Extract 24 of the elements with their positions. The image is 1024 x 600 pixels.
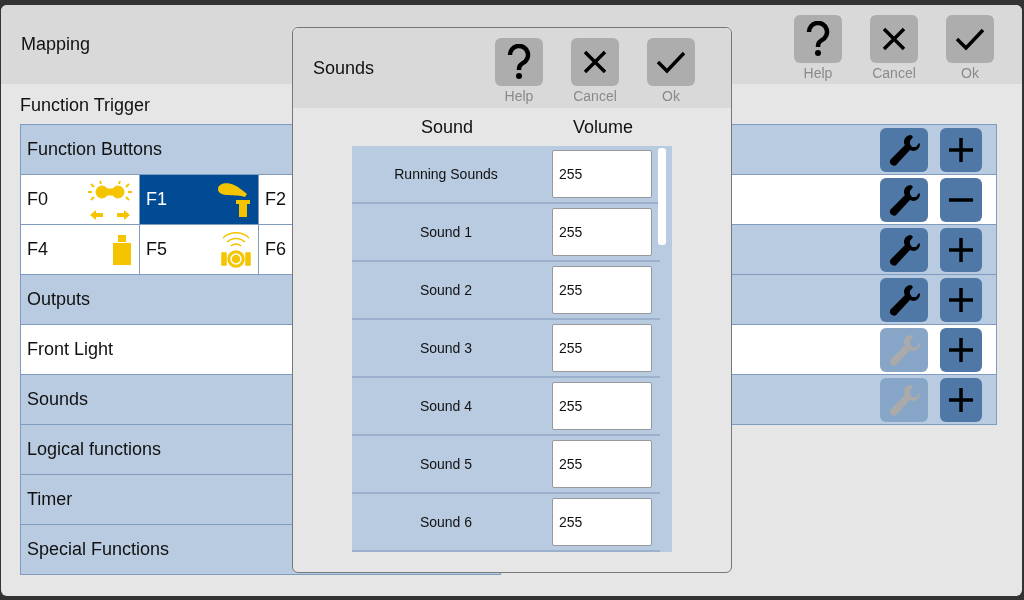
column-header: Sound — [420, 116, 474, 138]
sound-name: Sound 1 — [418, 224, 474, 240]
row-label: Outputs — [26, 289, 91, 310]
row-label: Timer — [26, 489, 73, 510]
dialog-title: Sounds — [313, 57, 376, 79]
button-caption: Help — [803, 65, 833, 81]
row-label: Sounds — [26, 389, 89, 410]
row-label: Special Functions — [26, 539, 170, 560]
sound-name: Sound 2 — [418, 282, 474, 298]
row-label: Logical functions — [26, 439, 162, 460]
sound-name: Sound 4 — [418, 398, 474, 414]
row-label: Function Buttons — [26, 139, 163, 160]
button-caption: Ok — [961, 65, 979, 81]
button-caption: Cancel — [872, 65, 916, 81]
column-header: Volume — [572, 116, 633, 138]
sound-name: Sound 3 — [418, 340, 474, 356]
button-caption: Ok — [662, 88, 680, 104]
sound-name: Sound 5 — [418, 456, 474, 472]
window-title: Mapping — [21, 34, 92, 55]
button-caption: Help — [504, 88, 534, 104]
section-title: Function Trigger — [20, 94, 151, 117]
button-caption: Cancel — [573, 88, 617, 104]
sound-name: Running Sounds — [393, 166, 499, 182]
row-label: Front Light — [26, 339, 114, 360]
